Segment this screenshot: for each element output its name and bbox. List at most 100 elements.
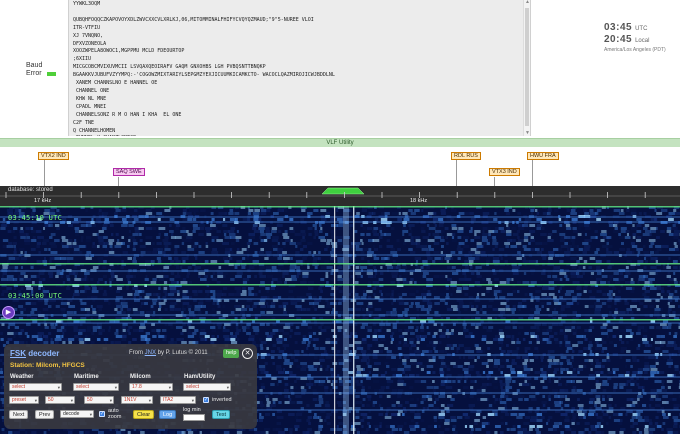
channel-select[interactable]: 1N1V ▾ xyxy=(121,396,153,404)
log-line: ITR-VTFIU xyxy=(73,24,101,31)
station-line xyxy=(494,177,495,186)
log-line: CHANNEL ONE xyxy=(73,87,110,94)
baud-select[interactable]: 50 ▾ xyxy=(45,396,75,404)
station-hwu-fra[interactable]: HWU FRA xyxy=(527,152,559,160)
chevron-down-icon: ▾ xyxy=(109,398,112,403)
from-suffix: by P. Lutus © 2011 xyxy=(156,350,208,356)
top-panel: Baud Error YYWKL3OQM QUBQHFOQQCZKAPOVOYX… xyxy=(0,0,680,138)
log-line: MICGCOBCMVIXUVMCII LSVQAXQEOIRAFV GAQM G… xyxy=(73,64,266,71)
station-line xyxy=(44,160,45,186)
help-button[interactable]: help xyxy=(223,349,240,358)
log-min-input[interactable] xyxy=(183,414,205,421)
log-line: QUBQHFOQQCZKAPOVOYXDLZWVCXXCVLXRLKJ,06,M… xyxy=(73,16,314,23)
scroll-down-icon[interactable]: ▼ xyxy=(525,131,530,136)
fsk-title: FSK decoder xyxy=(10,349,59,358)
decoded-text-log[interactable]: YYWKL3OQM QUBQHFOQQCZKAPOVOYXDLZWVCXXCVL… xyxy=(68,0,531,136)
log-button[interactable]: Log xyxy=(159,410,177,419)
log-scroll-thumb[interactable] xyxy=(525,8,529,126)
frequency-scale[interactable]: database: stored 17 kHz 18 kHz xyxy=(0,186,680,206)
log-line: XANEM CHANNSLNO E HANNEL OE xyxy=(73,80,158,87)
log-line: CHANNELSONZ R M O HAN I KHA EL ONE xyxy=(73,111,182,118)
test-button[interactable]: Test xyxy=(212,410,231,419)
auto-zoom-checkbox[interactable]: ✓ xyxy=(99,411,105,417)
chevron-down-icon: ▾ xyxy=(148,398,151,403)
log-scrollbar[interactable]: ▲ ▼ xyxy=(523,0,530,136)
milcom-select[interactable]: 17.8 ▾ xyxy=(129,383,173,391)
next-button[interactable]: Next xyxy=(9,410,29,419)
clock-display: 03:45 UTC 20:45 Local America/Los Angeles … xyxy=(604,22,666,53)
log-line: CPADL MNEI xyxy=(73,103,107,110)
baud-error-indicator: Baud Error xyxy=(26,62,56,78)
chevron-down-icon: ▾ xyxy=(70,398,73,403)
column-maritime: Maritime xyxy=(74,374,99,380)
chevron-down-icon: ▾ xyxy=(114,385,117,390)
close-icon[interactable]: ✕ xyxy=(242,348,253,359)
baud-label: Baud xyxy=(26,62,43,69)
log-line: XOOZWPELA8OWOC1,MGPPMU MCLD FDEOURTOP xyxy=(73,48,185,55)
ham-utility-select[interactable]: select ▾ xyxy=(183,383,231,391)
timezone-label: America/Los Angeles (PDT) xyxy=(604,47,666,53)
column-weather: Weather xyxy=(10,374,34,380)
column-milcom: Milcom xyxy=(130,374,151,380)
scale-ticks xyxy=(0,187,680,198)
station-line xyxy=(118,177,119,186)
chevron-down-icon: ▾ xyxy=(191,398,194,403)
clear-button[interactable]: Clear xyxy=(133,410,155,419)
station-markers: VTX2 IND SAQ SWE RDL RUS HWU FRA VTX3 IN… xyxy=(0,147,680,186)
code-select[interactable]: ITA2 ▾ xyxy=(160,396,196,404)
log-line: XJ 7VNQNO, xyxy=(73,32,104,39)
log-min-label: log min xyxy=(183,407,201,413)
chevron-down-icon: ▾ xyxy=(168,385,171,390)
station-saq-swe[interactable]: SAQ SWE xyxy=(113,168,145,176)
log-line: YYWKL3OQM xyxy=(73,1,101,7)
fsk-title-link[interactable]: FSK xyxy=(10,349,26,358)
baud-status-led xyxy=(46,72,56,76)
log-line: KHW NL MNE xyxy=(73,95,107,102)
database-status: database: stored xyxy=(8,187,53,193)
station-line xyxy=(532,160,533,186)
inverted-label: inverted xyxy=(212,397,232,403)
log-line: FHNNEL X CHANZLONESD xyxy=(73,135,530,136)
column-ham-utility: Ham/Utility xyxy=(184,374,216,380)
utc-time: 03:45 xyxy=(604,22,633,33)
log-line: C2F TNE xyxy=(73,119,95,126)
play-icon[interactable]: ▶ xyxy=(2,306,15,319)
band-title-bar: VLF Utility xyxy=(0,138,680,147)
shift-select[interactable]: 50 ▾ xyxy=(84,396,114,404)
scroll-up-icon[interactable]: ▲ xyxy=(525,0,530,5)
khz-label-left: 17 kHz xyxy=(34,198,52,204)
chevron-down-icon: ▾ xyxy=(89,412,92,417)
utc-label: UTC xyxy=(635,26,648,32)
log-line: Q CHANNELHOMEN xyxy=(73,127,116,134)
zoom-label: zoom xyxy=(108,414,122,420)
from-prefix: From xyxy=(129,350,145,356)
decode-select[interactable]: decode ▾ xyxy=(60,410,94,418)
local-label: Local xyxy=(635,38,650,44)
jnx-link[interactable]: JNX xyxy=(145,350,156,356)
preset-select[interactable]: preset ▾ xyxy=(9,396,39,404)
log-line: BGAAKKVJUBUFVZYYMPQ:-'COGOWZMIXTARIYLSEP… xyxy=(73,72,335,79)
weather-select[interactable]: select ▾ xyxy=(9,383,62,391)
local-time: 20:45 xyxy=(604,34,633,45)
station-vtx2-ind[interactable]: VTX2 IND xyxy=(38,152,69,160)
inverted-checkbox[interactable]: ✓ xyxy=(203,397,209,403)
khz-label-right: 18 kHz xyxy=(410,198,428,204)
log-line: DFXVZONEOLA xyxy=(73,40,107,47)
chevron-down-icon: ▾ xyxy=(57,385,60,390)
maritime-select[interactable]: select ▾ xyxy=(73,383,119,391)
chevron-down-icon: ▾ xyxy=(34,398,37,403)
station-vtx3-ind[interactable]: VTX3 IND xyxy=(489,168,520,176)
decoded-text-content: YYWKL3OQM QUBQHFOQQCZKAPOVOYXDLZWVCXXCVL… xyxy=(69,0,530,136)
log-line: ;6XIIU xyxy=(73,56,92,63)
fsk-title-rest: decoder xyxy=(26,349,60,358)
prev-button[interactable]: Prev xyxy=(35,410,55,419)
station-info: Station: Milcom, HFGCS xyxy=(10,362,85,369)
author-credit: From JNX by P. Lutus © 2011 xyxy=(129,350,208,356)
time-mark: 03:45:10 UTC xyxy=(8,214,63,222)
chevron-down-icon: ▾ xyxy=(226,385,229,390)
station-line xyxy=(456,160,457,186)
passband-marker[interactable] xyxy=(321,187,365,195)
error-label: Error xyxy=(26,70,42,77)
station-rdl-rus[interactable]: RDL RUS xyxy=(451,152,481,160)
